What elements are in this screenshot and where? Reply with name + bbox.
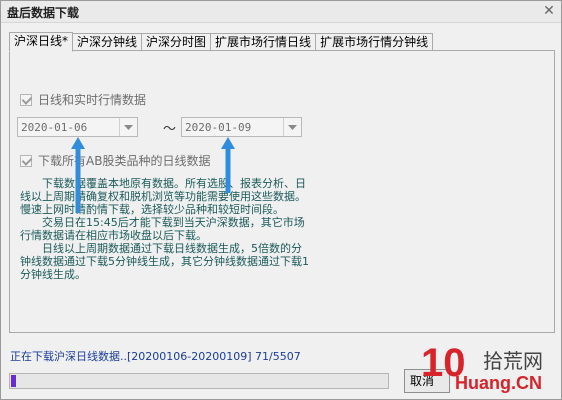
watermark-site-name: 拾荒网 (483, 349, 543, 373)
tab-panel: 日线和实时行情数据 2020-01-06 ～ 2020-01-09 下载所有AB… (9, 50, 555, 333)
start-date-select[interactable]: 2020-01-06 (17, 117, 138, 137)
daily-realtime-label: 日线和实时行情数据 (38, 93, 147, 107)
title-bar: 盘后数据下载 ✕ (1, 1, 561, 23)
annotation-arrow-icon (71, 137, 85, 213)
daily-realtime-option[interactable]: 日线和实时行情数据 (20, 91, 146, 108)
tab-extended-minute[interactable]: 扩展市场行情分钟线 (315, 33, 434, 51)
tab-bar: 沪深日线* 沪深分钟线 沪深分时图 扩展市场行情日线 扩展市场行情分钟线 (9, 31, 434, 52)
end-date-select[interactable]: 2020-01-09 (181, 117, 302, 137)
chevron-down-icon[interactable] (119, 118, 137, 136)
description-text: 下载数据覆盖本地原有数据。所有选股、报表分析、日线以上周期精确复权和脱机浏览等功… (20, 177, 310, 281)
download-progress-bar (9, 373, 389, 389)
start-date-value: 2020-01-06 (21, 120, 88, 134)
description-paragraph: 日线以上周期数据通过下载日线数据生成，5倍数的分钟线数据通过下载5分钟线生成，其… (20, 242, 309, 281)
date-range-separator: ～ (163, 122, 177, 137)
chevron-down-icon[interactable] (283, 118, 301, 136)
tab-shenzhen-daily[interactable]: 沪深日线* (9, 32, 74, 52)
tab-extended-daily[interactable]: 扩展市场行情日线 (210, 33, 317, 51)
watermark-url: Huang.CN (455, 373, 542, 393)
daily-realtime-checkbox[interactable] (20, 93, 32, 106)
annotation-arrow-icon (221, 137, 235, 193)
all-ab-label: 下载所有AB股类品种的日线数据 (38, 154, 211, 168)
download-dialog: 盘后数据下载 ✕ 沪深日线* 沪深分钟线 沪深分时图 扩展市场行情日线 扩展市场… (0, 0, 562, 400)
all-ab-checkbox[interactable] (20, 154, 32, 167)
end-date-value: 2020-01-09 (185, 120, 252, 134)
description-paragraph: 交易日在15:45后才能下载到当天沪深数据，其它市场行情数据请在相应市场收盘以后… (20, 216, 305, 242)
watermark-logo: 10 拾荒网 Huang.CN (421, 341, 562, 400)
all-ab-option[interactable]: 下载所有AB股类品种的日线数据 (20, 152, 210, 169)
progress-fill (11, 375, 16, 387)
description-paragraph: 下载数据覆盖本地原有数据。所有选股、报表分析、日线以上周期精确复权和脱机浏览等功… (20, 177, 306, 216)
window-title: 盘后数据下载 (7, 6, 80, 20)
tab-shenzhen-minute[interactable]: 沪深分钟线 (72, 33, 143, 51)
download-status: 正在下载沪深日线数据..[20200106-20200109] 71/5507 (10, 350, 301, 363)
close-icon[interactable]: ✕ (541, 3, 557, 19)
tab-shenzhen-timeshare[interactable]: 沪深分时图 (141, 33, 212, 51)
